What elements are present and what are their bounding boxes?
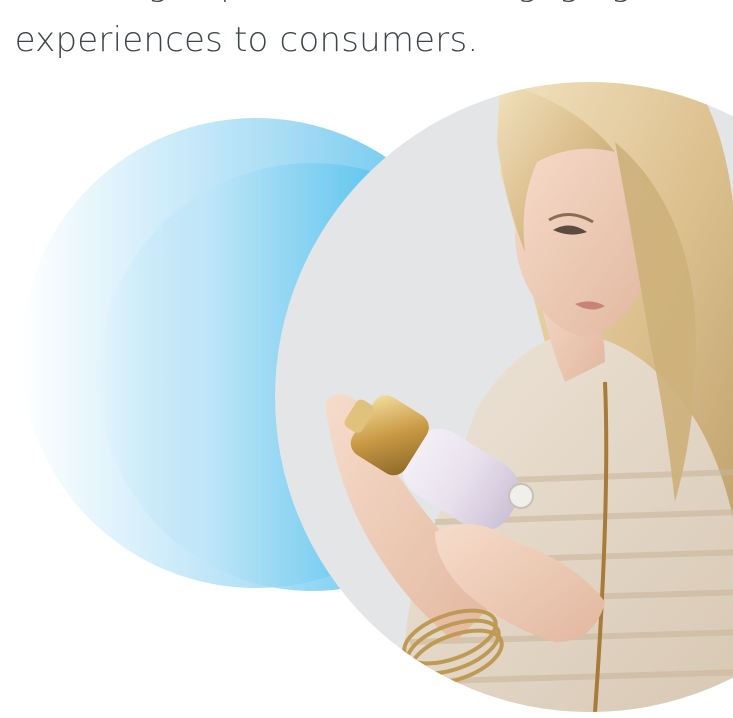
woman-photo [275, 82, 733, 712]
ring [508, 483, 534, 509]
page: Delivering experiences and engaging l ex… [0, 0, 733, 718]
headline-line-1: Delivering experiences and engaging [0, 0, 733, 12]
woman-illustration [325, 82, 733, 712]
headline-line-2: l experiences to consumers. [0, 20, 479, 60]
headline: Delivering experiences and engaging l ex… [0, 0, 733, 68]
